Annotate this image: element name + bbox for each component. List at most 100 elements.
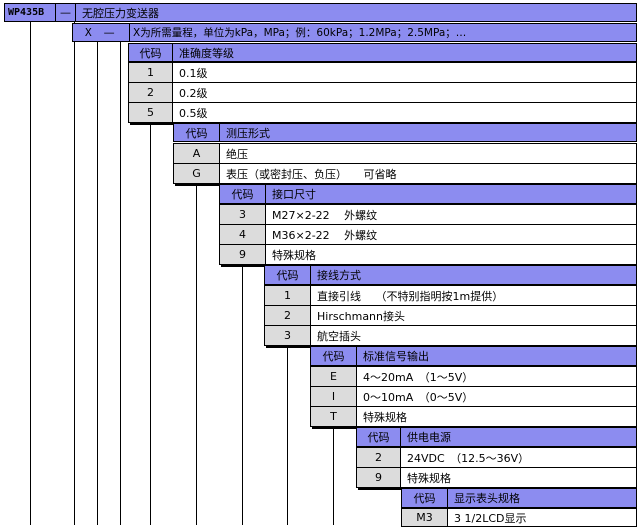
power-code-text: 9 <box>375 471 382 484</box>
connector-line <box>150 123 151 525</box>
port-code-4: 4 <box>219 224 266 245</box>
accuracy-header-code: 代码 <box>128 43 173 62</box>
signal-code-text: T <box>330 410 337 423</box>
port-header-code-text: 代码 <box>231 188 254 201</box>
display-desc-M3: 3 1/2LCD显示 <box>447 508 637 527</box>
pressure-header-code: 代码 <box>173 123 220 142</box>
signal-code-text: I <box>331 390 336 403</box>
model-code: WP435B <box>8 7 45 18</box>
signal-header-code-text: 代码 <box>322 350 345 363</box>
connector-line <box>287 345 288 525</box>
signal-desc-T: 特殊规格 <box>356 406 637 427</box>
port-code-text: 3 <box>239 208 246 221</box>
power-header-title: 供电电源 <box>400 427 637 447</box>
pressure-code-A: A <box>173 143 220 164</box>
power-code-2: 2 <box>356 447 401 468</box>
port-code-9: 9 <box>219 244 266 265</box>
accuracy-desc-2: 0.2级 <box>172 82 637 103</box>
signal-code-I: I <box>310 386 357 407</box>
wiring-header-code: 代码 <box>264 265 311 285</box>
accuracy-header-title-text: 准确度等级 <box>179 46 234 60</box>
range-code-cell: X — <box>72 23 130 42</box>
signal-desc-text: 特殊规格 <box>363 410 407 424</box>
pressure-code-text: A <box>192 147 201 160</box>
power-desc-2: 24VDC （12.5～36V） <box>400 447 637 468</box>
connector-line <box>97 41 98 525</box>
port-code-text: 9 <box>239 248 246 261</box>
pressure-header-title: 测压形式 <box>219 123 637 142</box>
signal-header-title: 标准信号输出 <box>356 346 637 366</box>
port-desc-9: 特殊规格 <box>265 244 637 265</box>
accuracy-desc-text: 0.5级 <box>179 106 208 120</box>
port-desc-text: M27×2-22 外螺纹 <box>272 208 378 222</box>
pressure-desc-G: 表压（或密封压、负压） 可省略 <box>219 163 637 184</box>
port-header-title: 接口尺寸 <box>265 184 637 204</box>
accuracy-code-3: 5 <box>128 102 173 123</box>
accuracy-code-text: 1 <box>147 66 154 79</box>
signal-desc-E: 4～20mA （1～5V） <box>356 366 637 387</box>
pressure-code-text: G <box>192 167 201 180</box>
connector-line <box>30 21 31 525</box>
wiring-code-text: 2 <box>284 309 291 322</box>
accuracy-desc-1: 0.1级 <box>172 62 637 83</box>
wiring-desc-1: 直接引线 （不特别指明按1m提供） <box>310 285 637 306</box>
wiring-header-title-text: 接线方式 <box>317 269 361 282</box>
model-dash: — <box>60 6 71 19</box>
wiring-desc-text: Hirschmann接头 <box>317 309 405 323</box>
signal-code-T: T <box>310 406 357 427</box>
power-desc-text: 特殊规格 <box>407 471 451 485</box>
wiring-code-text: 1 <box>284 289 291 302</box>
range-desc-cell: X为所需量程，单位为kPa，MPa；例：60kPa；1.2MPa；2.5MPa；… <box>129 23 637 42</box>
pressure-code-G: G <box>173 163 220 184</box>
range-dash: — <box>103 26 115 39</box>
signal-code-E: E <box>310 366 357 387</box>
accuracy-header-title: 准确度等级 <box>172 43 637 62</box>
port-code-3: 3 <box>219 204 266 225</box>
accuracy-code-2: 2 <box>128 82 173 103</box>
display-header-title: 显示表头规格 <box>447 488 637 508</box>
accuracy-desc-3: 0.5级 <box>172 102 637 123</box>
pressure-header-title-text: 测压形式 <box>226 126 270 140</box>
signal-header-title-text: 标准信号输出 <box>363 350 429 363</box>
display-header-code-text: 代码 <box>413 492 436 505</box>
pressure-desc-text: 绝压 <box>226 147 248 161</box>
range-desc: X为所需量程，单位为kPa，MPa；例：60kPa；1.2MPa；2.5MPa；… <box>133 27 467 39</box>
model-code-cell: WP435B <box>4 3 56 22</box>
port-desc-3: M27×2-22 外螺纹 <box>265 204 637 225</box>
model-dash-cell: — <box>55 3 76 22</box>
accuracy-header-code-text: 代码 <box>139 46 162 60</box>
power-header-code: 代码 <box>356 427 401 447</box>
port-code-text: 4 <box>239 228 246 241</box>
port-desc-text: M36×2-22 外螺纹 <box>272 228 378 242</box>
display-code-M3: M3 <box>401 508 448 527</box>
connector-line <box>120 41 121 525</box>
port-desc-4: M36×2-22 外螺纹 <box>265 224 637 245</box>
port-desc-text: 特殊规格 <box>272 248 316 262</box>
accuracy-code-text: 2 <box>147 86 154 99</box>
display-desc-text: 3 1/2LCD显示 <box>454 511 527 525</box>
port-header-code: 代码 <box>219 184 266 204</box>
wiring-code-text: 3 <box>284 329 291 342</box>
signal-desc-I: 0～10mA （0～5V） <box>356 386 637 407</box>
power-code-text: 2 <box>375 451 382 464</box>
display-code-text: M3 <box>416 511 433 524</box>
wiring-desc-text: 航空插头 <box>317 329 361 343</box>
signal-desc-text: 0～10mA （0～5V） <box>363 390 474 404</box>
port-header-title-text: 接口尺寸 <box>272 188 316 201</box>
accuracy-desc-text: 0.2级 <box>179 86 208 100</box>
pressure-desc-A: 绝压 <box>219 143 637 164</box>
connector-line <box>74 21 75 525</box>
model-name-cell: 无腔压力变送器 <box>75 3 637 22</box>
display-header-code: 代码 <box>401 488 448 508</box>
power-desc-9: 特殊规格 <box>400 467 637 488</box>
wiring-desc-2: Hirschmann接头 <box>310 305 637 326</box>
model-name: 无腔压力变送器 <box>82 6 159 20</box>
pressure-header-code-text: 代码 <box>185 126 208 140</box>
signal-code-text: E <box>330 370 337 383</box>
signal-header-code: 代码 <box>310 346 357 366</box>
wiring-code-1: 1 <box>264 285 311 306</box>
connector-line <box>333 427 334 525</box>
power-header-code-text: 代码 <box>367 431 390 444</box>
signal-desc-text: 4～20mA （1～5V） <box>363 370 474 384</box>
accuracy-code-1: 1 <box>128 62 173 83</box>
